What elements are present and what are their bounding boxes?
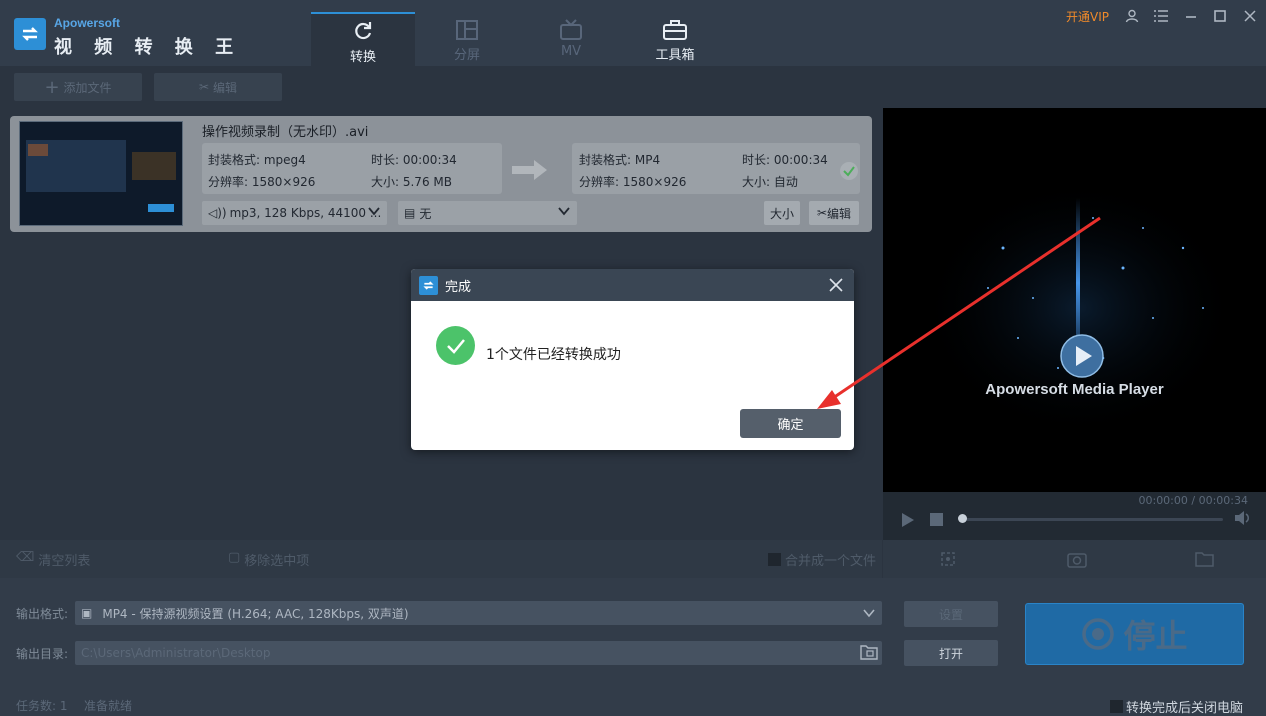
annotation-arrow — [817, 216, 1101, 409]
